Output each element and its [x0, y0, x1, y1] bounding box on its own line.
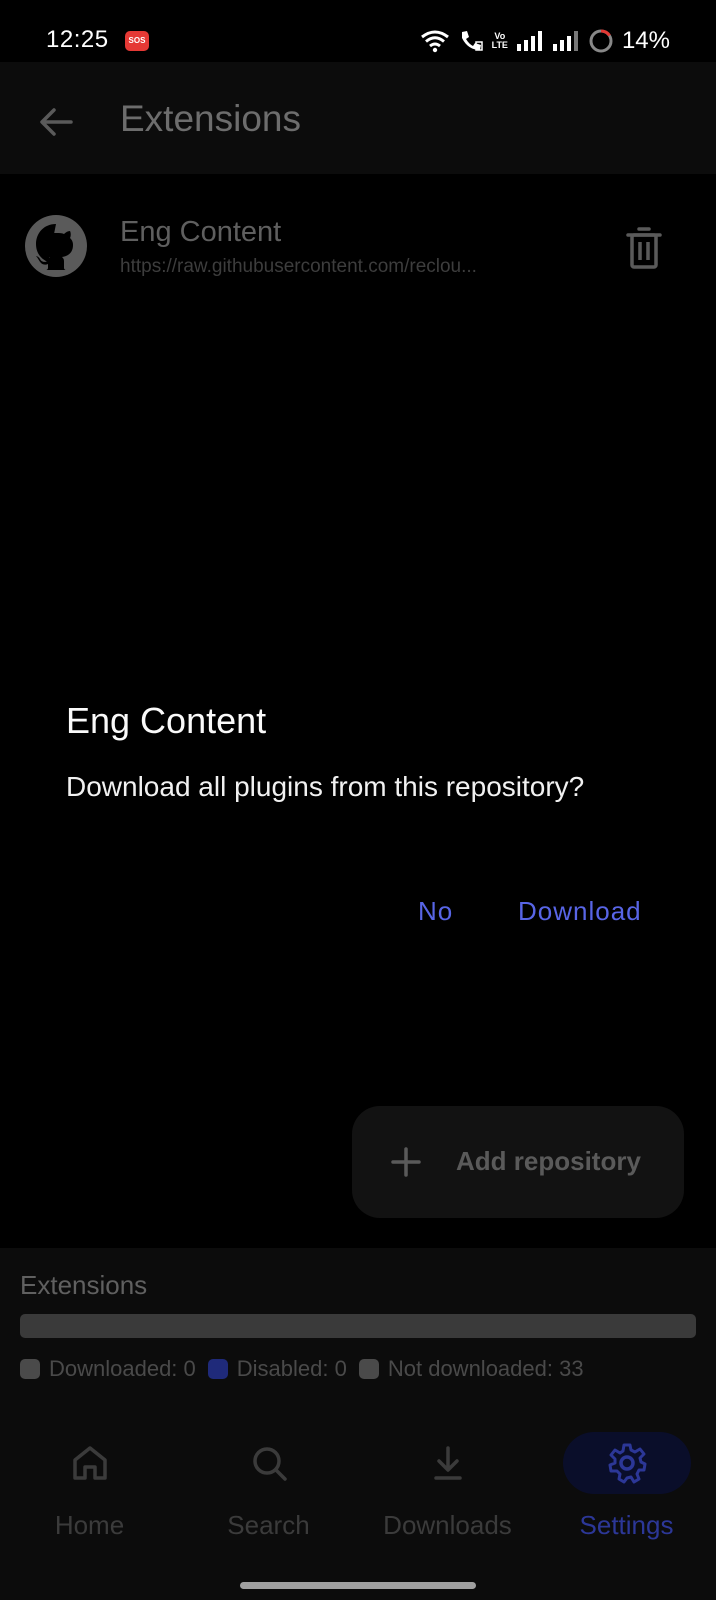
nav-item-search[interactable]: Search — [179, 1418, 358, 1548]
legend-item-disabled: Disabled: 0 — [207, 1356, 347, 1382]
nav-icon-container — [562, 1432, 691, 1494]
nav-icon-container — [26, 1432, 154, 1494]
nav-icon-container — [205, 1432, 333, 1494]
legend-swatch — [358, 1359, 379, 1379]
wifi-calling-icon — [461, 31, 483, 51]
home-indicator[interactable] — [240, 1582, 476, 1589]
legend-label: Not downloaded: 33 — [387, 1356, 584, 1381]
nav-label: Downloads — [383, 1510, 512, 1540]
nav-item-downloads[interactable]: Downloads — [358, 1418, 537, 1548]
plus-icon — [391, 1147, 421, 1177]
status-bar: 12:25 SOS Vo LTE 14% — [0, 0, 716, 62]
signal-icon — [516, 31, 542, 51]
stats-progress-bar — [20, 1314, 696, 1338]
stats-legend: Downloaded: 0 Disabled: 0 Not downloaded… — [20, 1354, 596, 1384]
stats-title: Extensions — [20, 1270, 148, 1300]
download-button[interactable]: Download — [518, 896, 642, 927]
add-repository-button[interactable]: Add repository — [352, 1106, 684, 1218]
repository-item[interactable]: Eng Content https://raw.githubuserconten… — [0, 206, 716, 286]
nav-label: Home — [54, 1510, 125, 1540]
trash-icon[interactable] — [625, 226, 663, 270]
download-icon — [433, 1446, 462, 1480]
repository-url: https://raw.githubusercontent.com/reclou… — [120, 256, 477, 277]
search-icon — [252, 1447, 287, 1481]
battery-icon — [589, 29, 613, 53]
wifi-icon — [420, 30, 449, 53]
screen: 12:25 SOS Vo LTE 14% Extensions Eng Cont… — [0, 0, 716, 1600]
volte-indicator: Vo LTE — [491, 31, 508, 50]
no-button[interactable]: No — [418, 896, 453, 927]
nav-item-settings[interactable]: Settings — [537, 1418, 716, 1548]
add-repository-label: Add repository — [456, 1146, 641, 1176]
battery-percent: 14% — [621, 27, 670, 54]
legend-swatch — [20, 1359, 40, 1379]
dialog-message: Download all plugins from this repositor… — [66, 771, 585, 802]
legend-label: Disabled: 0 — [236, 1356, 347, 1381]
status-time: 12:25 — [46, 26, 109, 53]
app-bar: Extensions — [0, 62, 716, 174]
arrow-left-icon[interactable] — [38, 104, 74, 140]
legend-swatch — [207, 1359, 228, 1379]
confirm-dialog: Eng Content Download all plugins from th… — [40, 678, 676, 948]
gear-icon — [608, 1443, 646, 1484]
legend-label: Downloaded: 0 — [49, 1356, 196, 1381]
legend-item-not-downloaded: Not downloaded: 33 — [358, 1356, 584, 1382]
sos-badge: SOS — [125, 31, 149, 51]
github-icon — [25, 215, 87, 277]
bottom-navigation: Home Search Downloads Settings — [0, 1418, 716, 1600]
repository-name: Eng Content — [120, 216, 282, 248]
nav-icon-container — [384, 1432, 512, 1494]
page-title: Extensions — [120, 98, 301, 139]
extensions-stats: Extensions Downloaded: 0 Disabled: 0 Not… — [0, 1248, 716, 1418]
nav-label: Settings — [579, 1510, 674, 1540]
dialog-title: Eng Content — [66, 700, 267, 741]
nav-label: Search — [227, 1510, 310, 1540]
signal-icon-2 — [552, 31, 578, 51]
status-icons: Vo LTE 14% — [420, 26, 670, 56]
nav-item-home[interactable]: Home — [0, 1418, 179, 1548]
home-icon — [72, 1446, 107, 1480]
legend-item-downloaded: Downloaded: 0 — [20, 1356, 196, 1382]
